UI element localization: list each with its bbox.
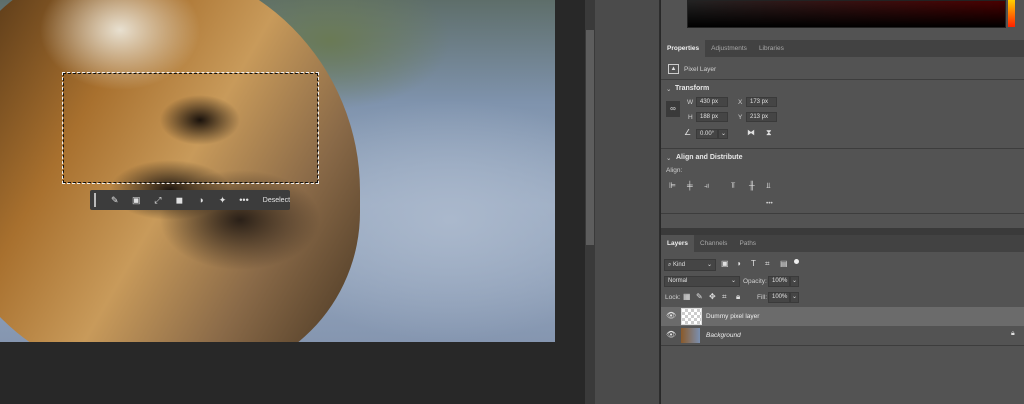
pixel-layer-icon: ▲ xyxy=(668,64,679,74)
filter-type-icon[interactable]: T xyxy=(751,259,756,268)
y-input[interactable]: 213 px xyxy=(746,112,777,122)
drag-handle[interactable] xyxy=(94,193,96,207)
width-input[interactable]: 430 px xyxy=(696,97,728,107)
flip-horizontal-icon[interactable]: ⧓ xyxy=(747,128,755,137)
filter-smart-object-icon[interactable]: ▤ xyxy=(780,259,788,268)
properties-tabs: Properties Adjustments Libraries xyxy=(661,40,1024,57)
chevron-down-icon[interactable]: ⌄ xyxy=(666,154,671,162)
filter-toggle[interactable] xyxy=(794,259,799,264)
align-center-h-icon[interactable]: ╪ xyxy=(687,181,693,190)
fill-selection-icon[interactable]: ◼ xyxy=(169,195,191,206)
angle-dropdown[interactable]: ⌄ xyxy=(718,129,728,139)
blend-mode-select[interactable]: Normal ⌄ xyxy=(664,276,740,287)
lock-icon: 🔒︎ xyxy=(1011,330,1015,337)
color-picker-field[interactable] xyxy=(687,0,1006,28)
layer-name[interactable]: Background xyxy=(706,332,741,339)
align-top-icon[interactable]: ⫪ xyxy=(731,181,736,191)
marquee-selection[interactable] xyxy=(62,72,319,184)
filter-shape-icon[interactable]: ⌗ xyxy=(765,259,770,269)
visibility-eye-icon[interactable]: 👁︎ xyxy=(666,330,676,339)
more-options-button[interactable]: ••• xyxy=(233,195,255,205)
flip-vertical-icon[interactable]: ⧗ xyxy=(766,128,772,138)
tab-layers[interactable]: Layers xyxy=(661,235,694,252)
select-subject-icon[interactable]: ✎ xyxy=(104,195,126,206)
hue-slider[interactable] xyxy=(1008,0,1015,27)
align-label: Align: xyxy=(666,167,683,174)
lock-transparent-icon[interactable]: ▦ xyxy=(683,292,691,301)
x-label: X xyxy=(738,99,743,106)
lock-label: Lock: xyxy=(665,294,681,301)
layer-row[interactable]: 👁︎ Dummy pixel layer xyxy=(661,307,1024,326)
fill-input[interactable]: 100% xyxy=(768,292,790,303)
y-label: Y xyxy=(738,114,743,121)
lock-paint-icon[interactable]: ✎ xyxy=(696,292,703,301)
angle-icon: ∠ xyxy=(684,128,692,137)
filter-kind-select[interactable]: ⌕ Kind ⌄ xyxy=(664,259,716,271)
lock-move-icon[interactable]: ✥ xyxy=(709,292,716,301)
align-right-icon[interactable]: ⫣ xyxy=(704,181,709,191)
lock-all-icon[interactable]: 🔒︎ xyxy=(736,292,740,302)
filter-pixel-icon[interactable]: ▣ xyxy=(721,259,729,268)
transform-heading: Transform xyxy=(675,85,710,92)
width-label: W xyxy=(687,99,694,106)
deselect-button[interactable]: Deselect xyxy=(263,197,290,204)
angle-input[interactable]: 0.00° xyxy=(696,129,718,139)
tab-properties[interactable]: Properties xyxy=(661,40,706,57)
height-input[interactable]: 188 px xyxy=(696,112,728,122)
document-image[interactable] xyxy=(0,0,555,342)
more-align-button[interactable]: ••• xyxy=(766,200,773,207)
opacity-input[interactable]: 100% xyxy=(768,276,790,287)
tab-adjustments[interactable]: Adjustments xyxy=(705,40,753,57)
filter-kind-value: Kind xyxy=(673,262,686,268)
opacity-label: Opacity: xyxy=(743,278,767,285)
generative-fill-icon[interactable]: ✦ xyxy=(212,195,234,206)
layer-thumbnail xyxy=(681,308,702,325)
align-middle-icon[interactable]: ╫ xyxy=(749,181,755,190)
align-bottom-icon[interactable]: ⫫ xyxy=(766,181,771,191)
mask-icon[interactable]: ▣ xyxy=(126,195,148,206)
x-input[interactable]: 173 px xyxy=(746,97,777,107)
layer-thumbnail xyxy=(681,328,700,343)
layers-tabs: Layers Channels Paths xyxy=(661,235,1024,252)
link-icon[interactable]: ∞ xyxy=(666,101,680,117)
fill-dropdown[interactable]: ⌄ xyxy=(790,292,799,303)
layer-name[interactable]: Dummy pixel layer xyxy=(706,313,759,320)
fill-label: Fill: xyxy=(757,294,768,301)
contextual-task-bar: ✎ ▣ ⤢ ◼ ◑ ✦ ••• Deselect xyxy=(90,190,290,210)
panel-dock-strip xyxy=(595,0,660,404)
transform-selection-icon[interactable]: ⤢ xyxy=(147,195,169,206)
adjustment-icon[interactable]: ◑ xyxy=(190,195,212,205)
layer-type-label: Pixel Layer xyxy=(684,66,717,73)
tab-paths[interactable]: Paths xyxy=(733,235,762,252)
blend-mode-value: Normal xyxy=(668,278,688,284)
align-heading: Align and Distribute xyxy=(676,154,743,161)
visibility-eye-icon[interactable]: 👁︎ xyxy=(666,311,676,320)
chevron-down-icon[interactable]: ⌄ xyxy=(666,85,671,93)
layer-row[interactable]: 👁︎ Background 🔒︎ xyxy=(661,326,1024,345)
filter-adjustment-icon[interactable]: ◑ xyxy=(736,259,741,268)
tab-libraries[interactable]: Libraries xyxy=(753,40,790,57)
opacity-dropdown[interactable]: ⌄ xyxy=(790,276,799,287)
scrollbar-thumb[interactable] xyxy=(586,30,594,245)
align-left-icon[interactable]: ⊫ xyxy=(669,181,676,190)
lock-artboard-icon[interactable]: ⌗ xyxy=(722,292,727,302)
panel-divider[interactable] xyxy=(661,228,1024,235)
height-label: H xyxy=(688,114,693,121)
tab-channels[interactable]: Channels xyxy=(694,235,733,252)
